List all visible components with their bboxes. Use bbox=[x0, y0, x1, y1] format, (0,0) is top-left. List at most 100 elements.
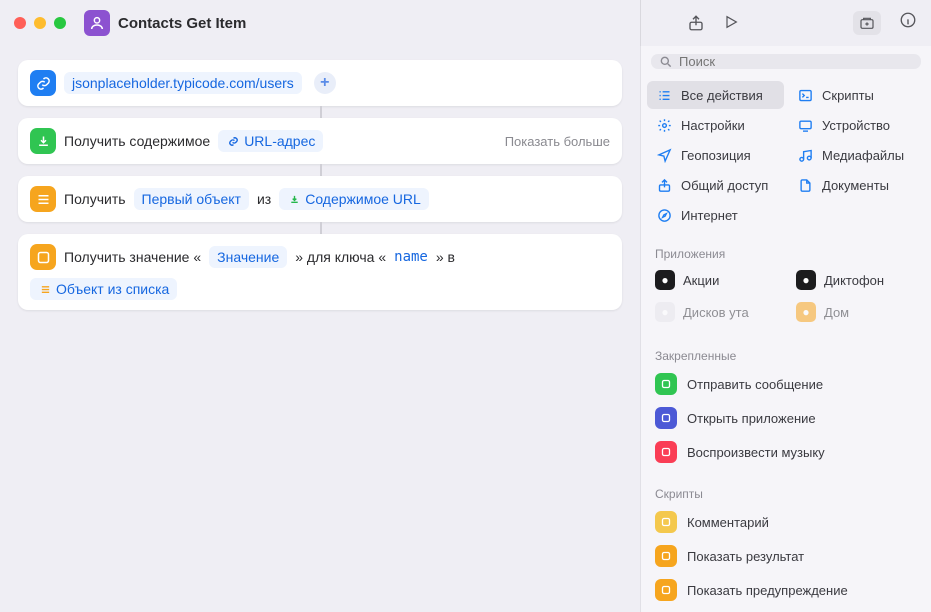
link-small-icon bbox=[226, 134, 240, 148]
category-music[interactable]: Медиафайлы bbox=[788, 141, 925, 169]
action-label: Комментарий bbox=[687, 515, 769, 530]
nav-icon bbox=[655, 146, 673, 164]
apps-list: ● Акции ● Диктофон ●Дисков ута ● Дом bbox=[641, 265, 931, 327]
app-label: Диктофон bbox=[824, 273, 884, 288]
action-list-item[interactable]: Открыть приложение bbox=[647, 401, 925, 435]
action-icon bbox=[655, 545, 677, 567]
app-icon: ● bbox=[796, 270, 816, 290]
action-get-item[interactable]: Получить Первый объект из Содержимое URL bbox=[18, 176, 622, 222]
action-label: Открыть приложение bbox=[687, 411, 816, 426]
category-label: Медиафайлы bbox=[822, 148, 904, 163]
action-icon bbox=[655, 373, 677, 395]
search-field[interactable] bbox=[651, 54, 921, 69]
url-param-token[interactable]: URL-адрес bbox=[218, 130, 323, 152]
key-name-input[interactable]: name bbox=[394, 249, 428, 265]
action-get-contents[interactable]: Получить содержимое URL-адрес Показать б… bbox=[18, 118, 622, 164]
action-list-item[interactable]: Показать результат bbox=[647, 539, 925, 573]
music-icon bbox=[796, 146, 814, 164]
app-item[interactable]: ● Акции bbox=[647, 265, 784, 295]
terminal-icon bbox=[796, 86, 814, 104]
info-button[interactable] bbox=[899, 11, 917, 35]
show-more-button[interactable]: Показать больше bbox=[505, 134, 610, 149]
action-icon bbox=[655, 407, 677, 429]
category-list[interactable]: Все действия bbox=[647, 81, 784, 109]
action-icon bbox=[655, 579, 677, 601]
window-controls bbox=[14, 17, 66, 29]
category-label: Скрипты bbox=[822, 88, 874, 103]
category-share[interactable]: Общий доступ bbox=[647, 171, 784, 199]
app-item[interactable]: ● Диктофон bbox=[788, 265, 925, 295]
action-label: Показать результат bbox=[687, 549, 804, 564]
category-safari[interactable]: Интернет bbox=[647, 201, 784, 229]
action-label: Получить значение « bbox=[64, 249, 201, 265]
category-label: Все действия bbox=[681, 88, 763, 103]
app-label: Акции bbox=[683, 273, 719, 288]
action-list-item[interactable]: Комментарий bbox=[647, 505, 925, 539]
first-item-token[interactable]: Первый объект bbox=[134, 188, 249, 210]
scripts-list: Комментарий Показать результат Показать пр… bbox=[641, 505, 931, 612]
add-variable-button[interactable]: + bbox=[314, 72, 336, 94]
action-list-item[interactable]: Воспроизвести музыку bbox=[647, 435, 925, 469]
list-small-icon bbox=[38, 282, 52, 296]
list-object-token[interactable]: Объект из списка bbox=[30, 278, 177, 300]
download-icon bbox=[30, 128, 56, 154]
filler-text: » для ключа « bbox=[295, 249, 386, 265]
shortcut-app-icon bbox=[84, 10, 110, 36]
category-gear[interactable]: Настройки bbox=[647, 111, 784, 139]
scripts-section-header: Скрипты bbox=[641, 477, 931, 505]
app-icon: ● bbox=[655, 270, 675, 290]
action-label: Получить bbox=[64, 191, 126, 207]
category-device[interactable]: Устройство bbox=[788, 111, 925, 139]
action-label: Получить содержимое bbox=[64, 133, 210, 149]
category-label: Настройки bbox=[681, 118, 745, 133]
url-contents-token[interactable]: Содержимое URL bbox=[279, 188, 429, 210]
category-label: Общий доступ bbox=[681, 178, 768, 193]
app-icon: ● bbox=[796, 302, 816, 322]
app-label: Дом bbox=[824, 305, 849, 320]
action-icon bbox=[655, 511, 677, 533]
category-nav[interactable]: Геопозиция bbox=[647, 141, 784, 169]
category-terminal[interactable]: Скрипты bbox=[788, 81, 925, 109]
action-get-value[interactable]: Получить значение « Значение » для ключа… bbox=[18, 234, 622, 310]
filler-text: » в bbox=[436, 249, 455, 265]
app-label: Дисков ута bbox=[683, 305, 749, 320]
window-title: Contacts Get Item bbox=[118, 15, 246, 32]
category-label: Геопозиция bbox=[681, 148, 751, 163]
link-icon bbox=[30, 70, 56, 96]
search-icon bbox=[659, 55, 673, 69]
action-url[interactable]: jsonplaceholder.typicode.com/users + bbox=[18, 60, 622, 106]
share-button[interactable] bbox=[687, 13, 705, 33]
pinned-section-header: Закрепленные bbox=[641, 339, 931, 367]
device-icon bbox=[796, 116, 814, 134]
zoom-window-button[interactable] bbox=[54, 17, 66, 29]
app-item[interactable]: ●Дисков ута bbox=[647, 297, 784, 327]
category-label: Устройство bbox=[822, 118, 890, 133]
workflow-canvas[interactable]: jsonplaceholder.typicode.com/users + Пол… bbox=[0, 46, 640, 612]
minimize-window-button[interactable] bbox=[34, 17, 46, 29]
pinned-list: Отправить сообщение Открыть приложение Вос… bbox=[641, 367, 931, 469]
apps-section-header: Приложения bbox=[641, 237, 931, 265]
actions-sidebar: Все действия Скрипты Настройки Устройство Ге… bbox=[640, 46, 931, 612]
value-token[interactable]: Значение bbox=[209, 246, 287, 268]
download-small-icon bbox=[287, 192, 301, 206]
url-token[interactable]: jsonplaceholder.typicode.com/users bbox=[64, 72, 302, 94]
doc-icon bbox=[796, 176, 814, 194]
action-list-item[interactable]: Отправить сообщение bbox=[647, 367, 925, 401]
run-button[interactable] bbox=[723, 13, 739, 33]
filler-text: из bbox=[257, 191, 271, 207]
action-list-item[interactable]: Запросить входные данные bbox=[647, 607, 925, 612]
titlebar: Contacts Get Item bbox=[0, 0, 931, 46]
app-item[interactable]: ● Дом bbox=[788, 297, 925, 327]
action-label: Отправить сообщение bbox=[687, 377, 823, 392]
category-label: Документы bbox=[822, 178, 889, 193]
action-icon bbox=[655, 441, 677, 463]
action-label: Показать предупреждение bbox=[687, 583, 848, 598]
close-window-button[interactable] bbox=[14, 17, 26, 29]
list-item-icon bbox=[30, 186, 56, 212]
category-doc[interactable]: Документы bbox=[788, 171, 925, 199]
action-list-item[interactable]: Показать предупреждение bbox=[647, 573, 925, 607]
search-input[interactable] bbox=[679, 54, 913, 69]
action-label: Воспроизвести музыку bbox=[687, 445, 825, 460]
library-toggle-button[interactable] bbox=[853, 11, 881, 35]
list-icon bbox=[655, 86, 673, 104]
